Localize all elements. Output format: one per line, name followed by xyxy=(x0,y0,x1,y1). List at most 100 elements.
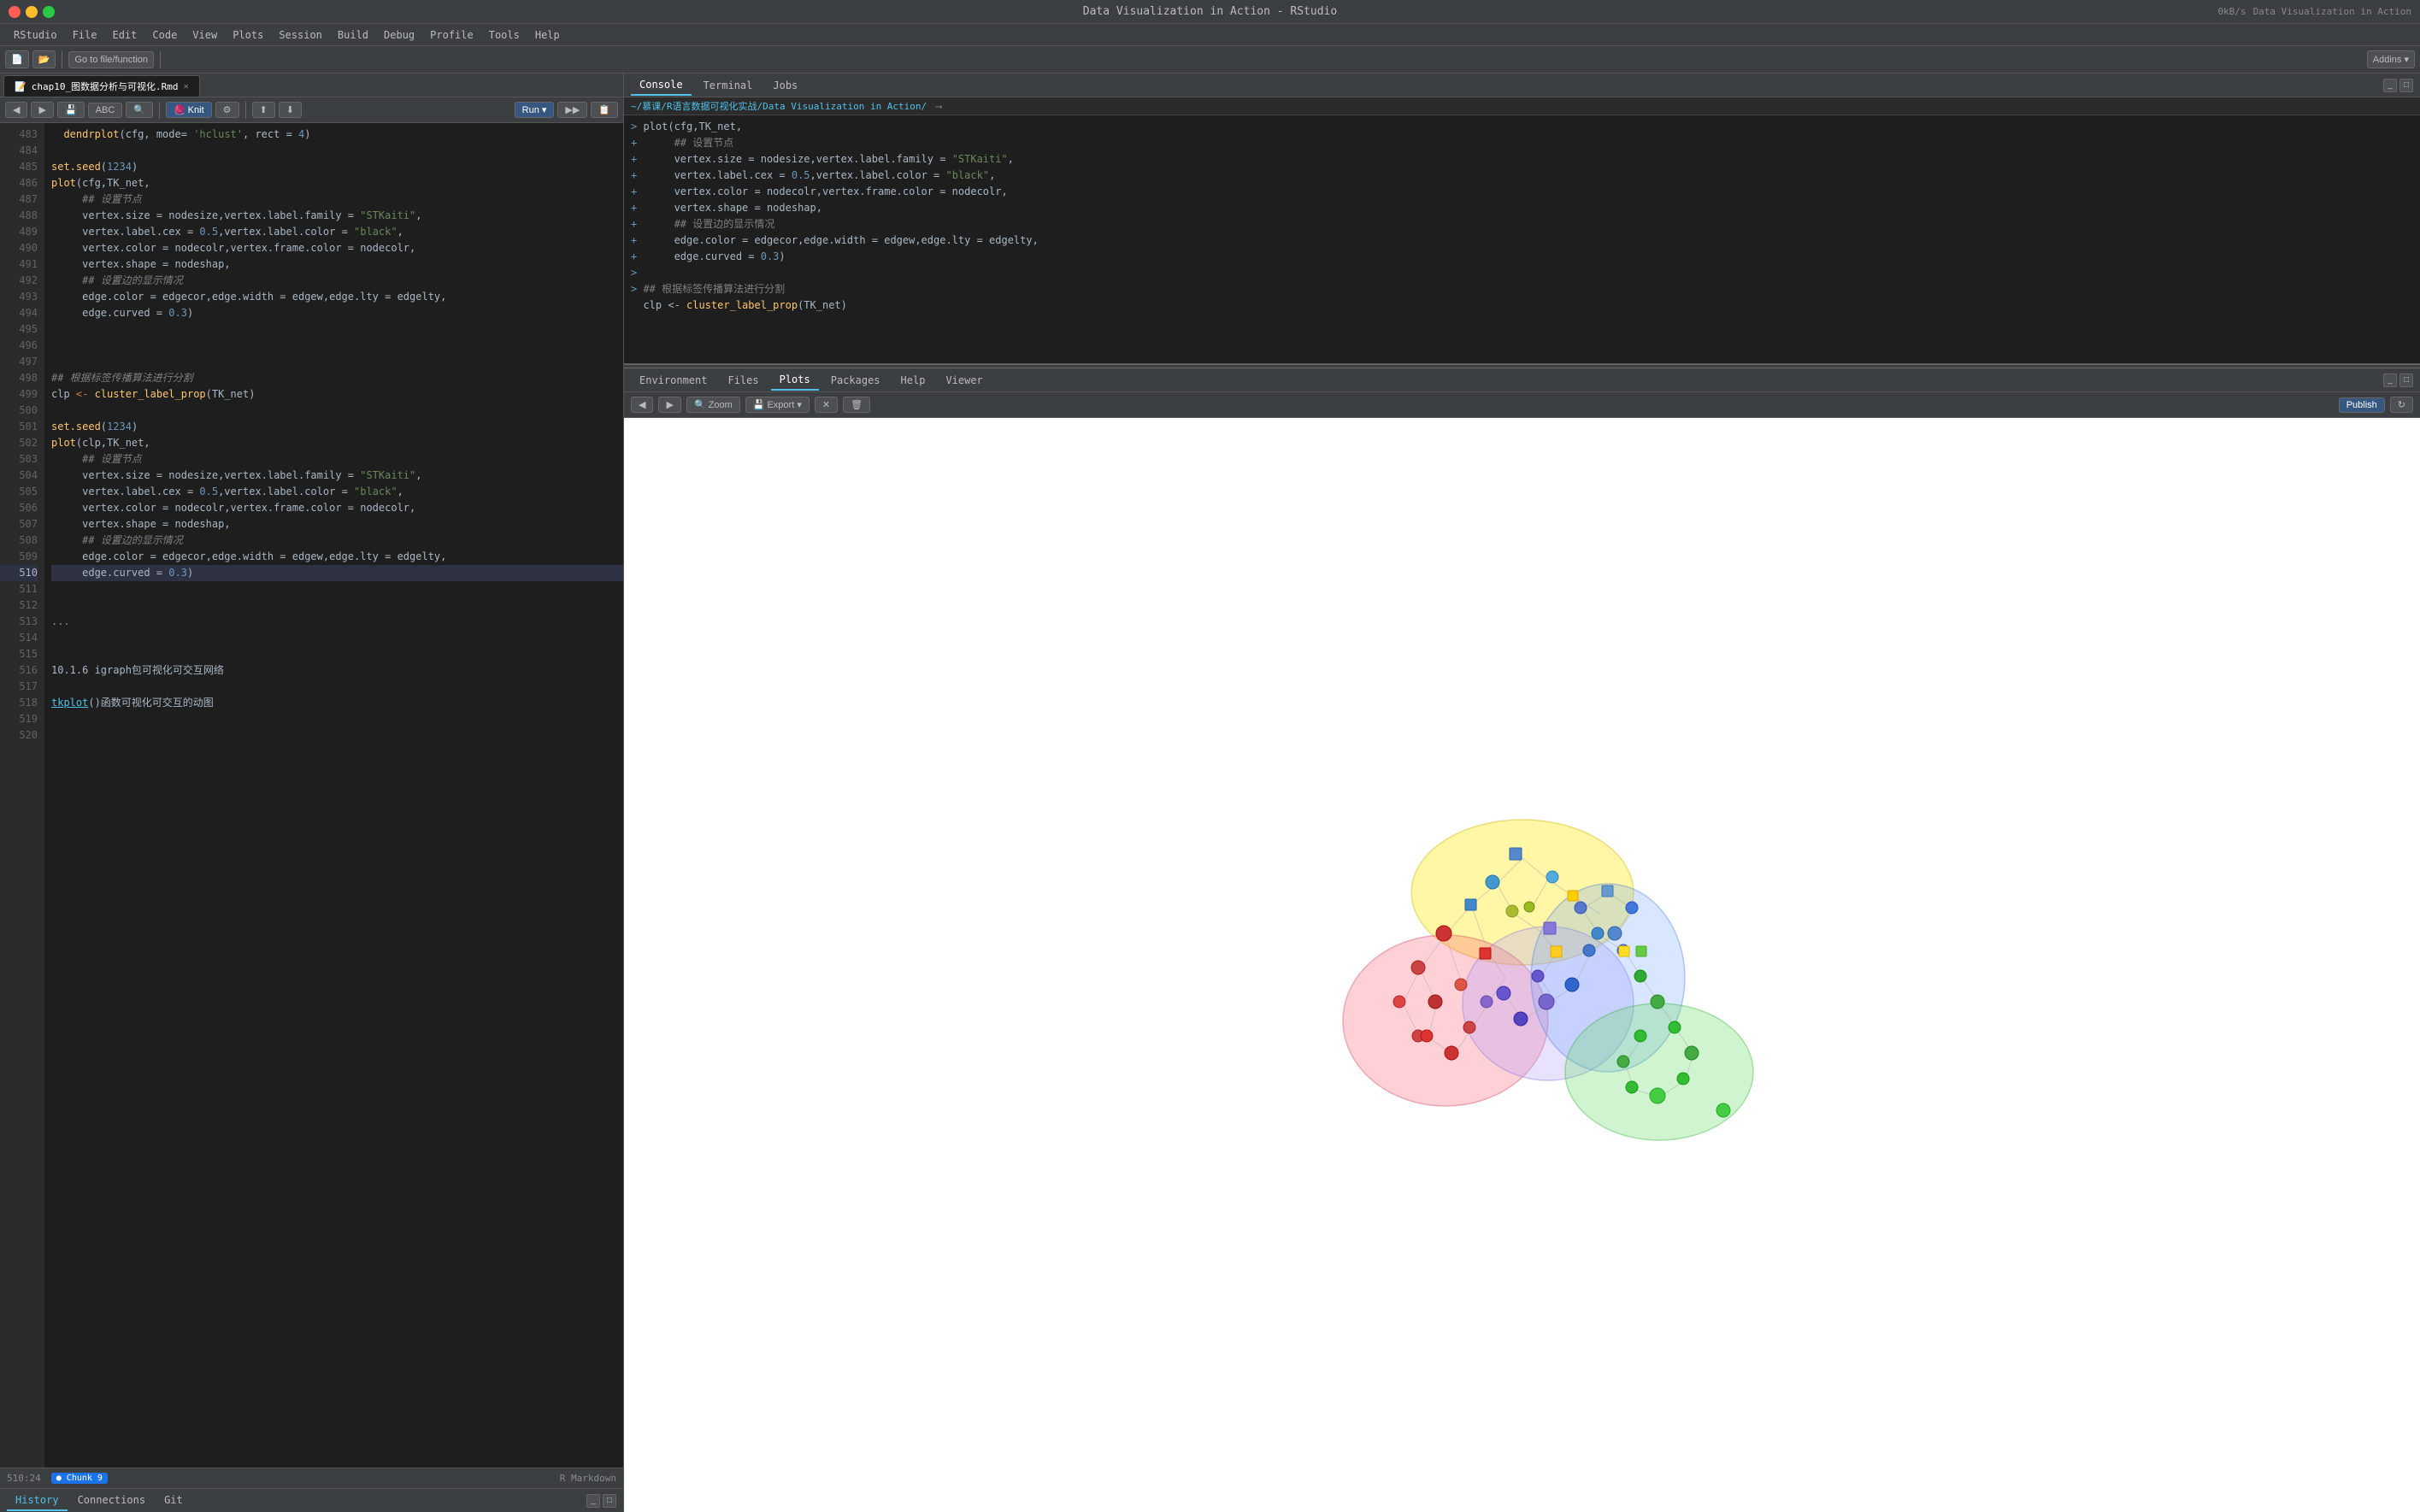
addins-button[interactable]: Addins ▾ xyxy=(2367,50,2415,68)
editor-panel: 📝 chap10_图数据分析与可视化.Rmd ✕ ◀ ▶ 💾 ABC 🔍 🧶 K… xyxy=(0,74,624,1512)
code-content[interactable]: dendrplot(cfg, mode= 'hclust', rect = 4)… xyxy=(44,123,623,1468)
plots-tab-files[interactable]: Files xyxy=(719,371,767,390)
settings-button[interactable]: ⚙ xyxy=(215,102,239,118)
bottom-tab-history[interactable]: History xyxy=(7,1491,68,1511)
code-line-510: edge.curved = 0.3) xyxy=(51,565,623,581)
open-file-button[interactable]: 📂 xyxy=(32,50,56,68)
network-plot xyxy=(1249,781,1796,1149)
code-line-513: ... xyxy=(51,614,623,630)
minimize-button[interactable] xyxy=(26,6,38,18)
menu-help[interactable]: Help xyxy=(528,27,567,43)
menu-plots[interactable]: Plots xyxy=(226,27,270,43)
code-line-488: vertex.size = nodesize,vertex.label.fami… xyxy=(51,208,623,224)
menu-file[interactable]: File xyxy=(66,27,104,43)
run-next-button[interactable]: ⬇ xyxy=(279,102,302,118)
console-line-8: + edge.color = edgecor,edge.width = edge… xyxy=(631,232,2413,249)
save-button[interactable]: 💾 xyxy=(57,102,85,118)
back-button[interactable]: ◀ xyxy=(5,102,27,118)
code-line-498: ## 根据标签传播算法进行分割 xyxy=(51,370,623,386)
code-line-496 xyxy=(51,338,623,354)
zoom-icon: 🔍 xyxy=(694,399,706,410)
close-button[interactable] xyxy=(9,6,21,18)
menu-rstudio[interactable]: RStudio xyxy=(7,27,64,43)
prev-plot-button[interactable]: ◀ xyxy=(631,397,653,413)
editor-toolbar: ◀ ▶ 💾 ABC 🔍 🧶 Knit ⚙ ⬆ ⬇ Run ▾ ▶▶ 📋 xyxy=(0,97,623,123)
knit-button[interactable]: 🧶 Knit xyxy=(166,102,212,118)
bottom-minimize-button[interactable]: _ xyxy=(586,1494,600,1508)
menu-build[interactable]: Build xyxy=(331,27,375,43)
code-line-507: vertex.shape = nodeshap, xyxy=(51,516,623,532)
plots-tab-environment[interactable]: Environment xyxy=(631,371,715,390)
code-line-520 xyxy=(51,727,623,744)
plots-minimize-button[interactable]: _ xyxy=(2383,374,2397,387)
new-file-button[interactable]: 📄 xyxy=(5,50,29,68)
console-line-2: + ## 设置节点 xyxy=(631,135,2413,151)
editor-status-bar: 510:24 ● Chunk 9 R Markdown xyxy=(0,1468,623,1488)
console-content[interactable]: > plot(cfg,TK_net, + ## 设置节点 + vertex.si… xyxy=(624,115,2420,363)
console-line-3: + vertex.size = nodesize,vertex.label.fa… xyxy=(631,151,2413,168)
forward-button[interactable]: ▶ xyxy=(31,102,53,118)
export-icon: 💾 xyxy=(753,399,765,410)
next-plot-button[interactable]: ▶ xyxy=(658,397,680,413)
search-button[interactable]: 🔍 xyxy=(126,102,153,118)
bottom-maximize-button[interactable]: □ xyxy=(603,1494,616,1508)
code-editor[interactable]: 483 484 485 486 487 488 489 490 491 492 … xyxy=(0,123,623,1468)
publish-button[interactable]: Publish xyxy=(2339,397,2385,413)
console-line-9: + edge.curved = 0.3) xyxy=(631,249,2413,265)
code-line-512 xyxy=(51,597,623,614)
window-title: Data Visualization in Action - RStudio xyxy=(1083,5,1337,18)
plots-content xyxy=(624,418,2420,1512)
console-maximize-button[interactable]: □ xyxy=(2399,79,2413,92)
console-tab-console[interactable]: Console xyxy=(631,75,692,96)
run-prev-button[interactable]: ⬆ xyxy=(252,102,275,118)
editor-tab-label: chap10_图数据分析与可视化.Rmd xyxy=(32,79,179,93)
zoom-button[interactable]: 🔍 Zoom xyxy=(686,397,740,413)
console-tab-terminal[interactable]: Terminal xyxy=(695,76,762,95)
zoom-label: Zoom xyxy=(709,400,733,410)
code-line-484 xyxy=(51,143,623,159)
code-line-514 xyxy=(51,630,623,646)
console-line-11: > ## 根据标签传播算法进行分割 xyxy=(631,281,2413,297)
window-controls[interactable] xyxy=(9,6,55,18)
code-line-487: ## 设置节点 xyxy=(51,191,623,208)
menu-view[interactable]: View xyxy=(185,27,224,43)
editor-tab-rmd[interactable]: 📝 chap10_图数据分析与可视化.Rmd ✕ xyxy=(3,75,200,97)
menu-profile[interactable]: Profile xyxy=(423,27,480,43)
menu-tools[interactable]: Tools xyxy=(482,27,527,43)
history-tab-label: History xyxy=(15,1494,59,1506)
console-minimize-button[interactable]: _ xyxy=(2383,79,2397,92)
code-line-497 xyxy=(51,354,623,370)
plots-tab-plots[interactable]: Plots xyxy=(771,370,819,391)
menu-edit[interactable]: Edit xyxy=(105,27,144,43)
code-line-516: 10.1.6 igraph包可视化可交互网络 xyxy=(51,662,623,679)
plots-maximize-button[interactable]: □ xyxy=(2399,374,2413,387)
run-button[interactable]: Run ▾ xyxy=(515,102,555,118)
bottom-tab-git[interactable]: Git xyxy=(156,1491,191,1511)
code-line-491: vertex.shape = nodeshap, xyxy=(51,256,623,273)
goto-file-button[interactable]: Go to file/function xyxy=(68,51,154,68)
menu-session[interactable]: Session xyxy=(272,27,329,43)
plots-tab-help[interactable]: Help xyxy=(892,371,934,390)
clear-plots-button[interactable]: 🗑 xyxy=(843,397,870,413)
menu-code[interactable]: Code xyxy=(145,27,184,43)
export-button[interactable]: 💾 Export ▾ xyxy=(745,397,810,413)
refresh-button[interactable]: ↻ xyxy=(2390,397,2413,413)
spell-check-button[interactable]: ABC xyxy=(88,103,123,118)
plots-tab-packages[interactable]: Packages xyxy=(822,371,889,390)
code-line-486: plot(cfg,TK_net, xyxy=(51,175,623,191)
code-line-511 xyxy=(51,581,623,597)
code-tools-button[interactable]: 📋 xyxy=(591,102,618,118)
plots-tab-viewer[interactable]: Viewer xyxy=(937,371,991,390)
network-speed: 0kB/s xyxy=(2217,6,2246,17)
source-button[interactable]: ▶▶ xyxy=(557,102,587,118)
title-bar-right: 0kB/s Data Visualization in Action xyxy=(2217,6,2411,17)
menu-debug[interactable]: Debug xyxy=(377,27,421,43)
bottom-tab-connections[interactable]: Connections xyxy=(69,1491,154,1511)
code-line-506: vertex.color = nodecolr,vertex.frame.col… xyxy=(51,500,623,516)
maximize-button[interactable] xyxy=(43,6,55,18)
delete-plot-button[interactable]: ✕ xyxy=(815,397,838,413)
console-panel: Console Terminal Jobs _ □ ~/慕课/R语言数据可视化实… xyxy=(624,74,2420,364)
code-line-490: vertex.color = nodecolr,vertex.frame.col… xyxy=(51,240,623,256)
console-tab-jobs[interactable]: Jobs xyxy=(764,76,806,95)
tab-close-icon[interactable]: ✕ xyxy=(184,82,189,91)
